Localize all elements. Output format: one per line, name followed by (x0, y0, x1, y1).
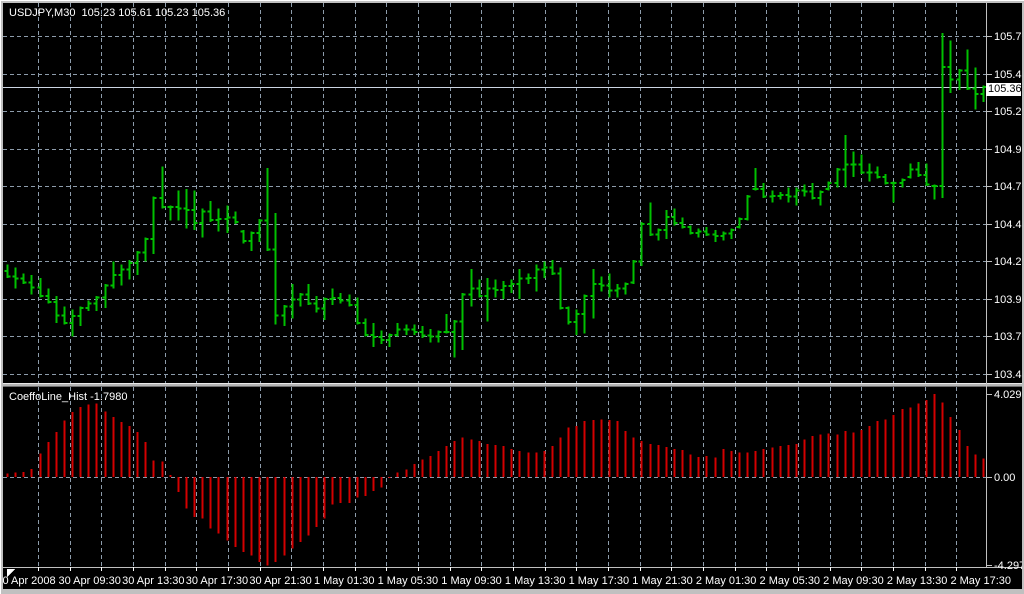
time-axis-label: 2 May 09:30 (823, 575, 884, 587)
histogram-bars (6, 393, 985, 566)
price-axis-label: 105.45 (994, 69, 1022, 81)
time-axis-label: 30 Apr 21:30 (249, 575, 311, 587)
time-axis-label: 2 May 05:30 (760, 575, 821, 587)
time-axis-label: 1 May 17:30 (569, 575, 630, 587)
time-axis-label: 30 Apr 09:30 (58, 575, 120, 587)
time-axis-label: 1 May 13:30 (505, 575, 566, 587)
time-axis-label: 1 May 01:30 (314, 575, 375, 587)
price-axis-label: 103.95 (994, 294, 1022, 306)
time-axis-label: 2 May 13:30 (887, 575, 948, 587)
price-chart-svg[interactable]: 105.70 105.45 105.20 104.95 104.70 104.45 104.… (3, 3, 1022, 589)
price-axis-label: 103.70 (994, 331, 1022, 343)
indicator-axis: 4.0296 0.00 -4.297 (986, 389, 1022, 572)
current-price-tag: 105.36 (986, 83, 1022, 96)
time-axis: 30 Apr 200830 Apr 09:3030 Apr 13:3030 Ap… (3, 567, 1011, 587)
pane-separator[interactable] (3, 383, 1022, 387)
price-axis-label: 104.20 (994, 256, 1022, 268)
price-axis-label: 104.45 (994, 219, 1022, 231)
price-bars (4, 32, 987, 358)
time-axis-label: 2 May 17:30 (950, 575, 1011, 587)
chart-area: 105.70 105.45 105.20 104.95 104.70 104.45 104.… (3, 3, 1022, 589)
time-axis-label: 30 Apr 17:30 (186, 575, 248, 587)
time-axis-label: 30 Apr 2008 (3, 575, 56, 587)
indicator-axis-label: 4.0296 (994, 389, 1022, 401)
time-axis-label: 2 May 01:30 (696, 575, 757, 587)
price-axis-label: 104.95 (994, 144, 1022, 156)
time-axis-label: 30 Apr 13:30 (122, 575, 184, 587)
chart-window: 105.70 105.45 105.20 104.95 104.70 104.45 104.… (0, 0, 1024, 594)
price-axis-label: 103.45 (994, 369, 1022, 381)
price-axis-label: 105.70 (994, 31, 1022, 43)
indicator-axis-label: -4.297 (994, 560, 1022, 572)
time-axis-label: 1 May 09:30 (441, 575, 502, 587)
price-axis-label: 105.20 (994, 106, 1022, 118)
time-axis-label: 1 May 05:30 (378, 575, 439, 587)
indicator-axis-label: 0.00 (994, 472, 1015, 484)
price-axis-label: 104.70 (994, 181, 1022, 193)
time-axis-label: 1 May 21:30 (632, 575, 693, 587)
